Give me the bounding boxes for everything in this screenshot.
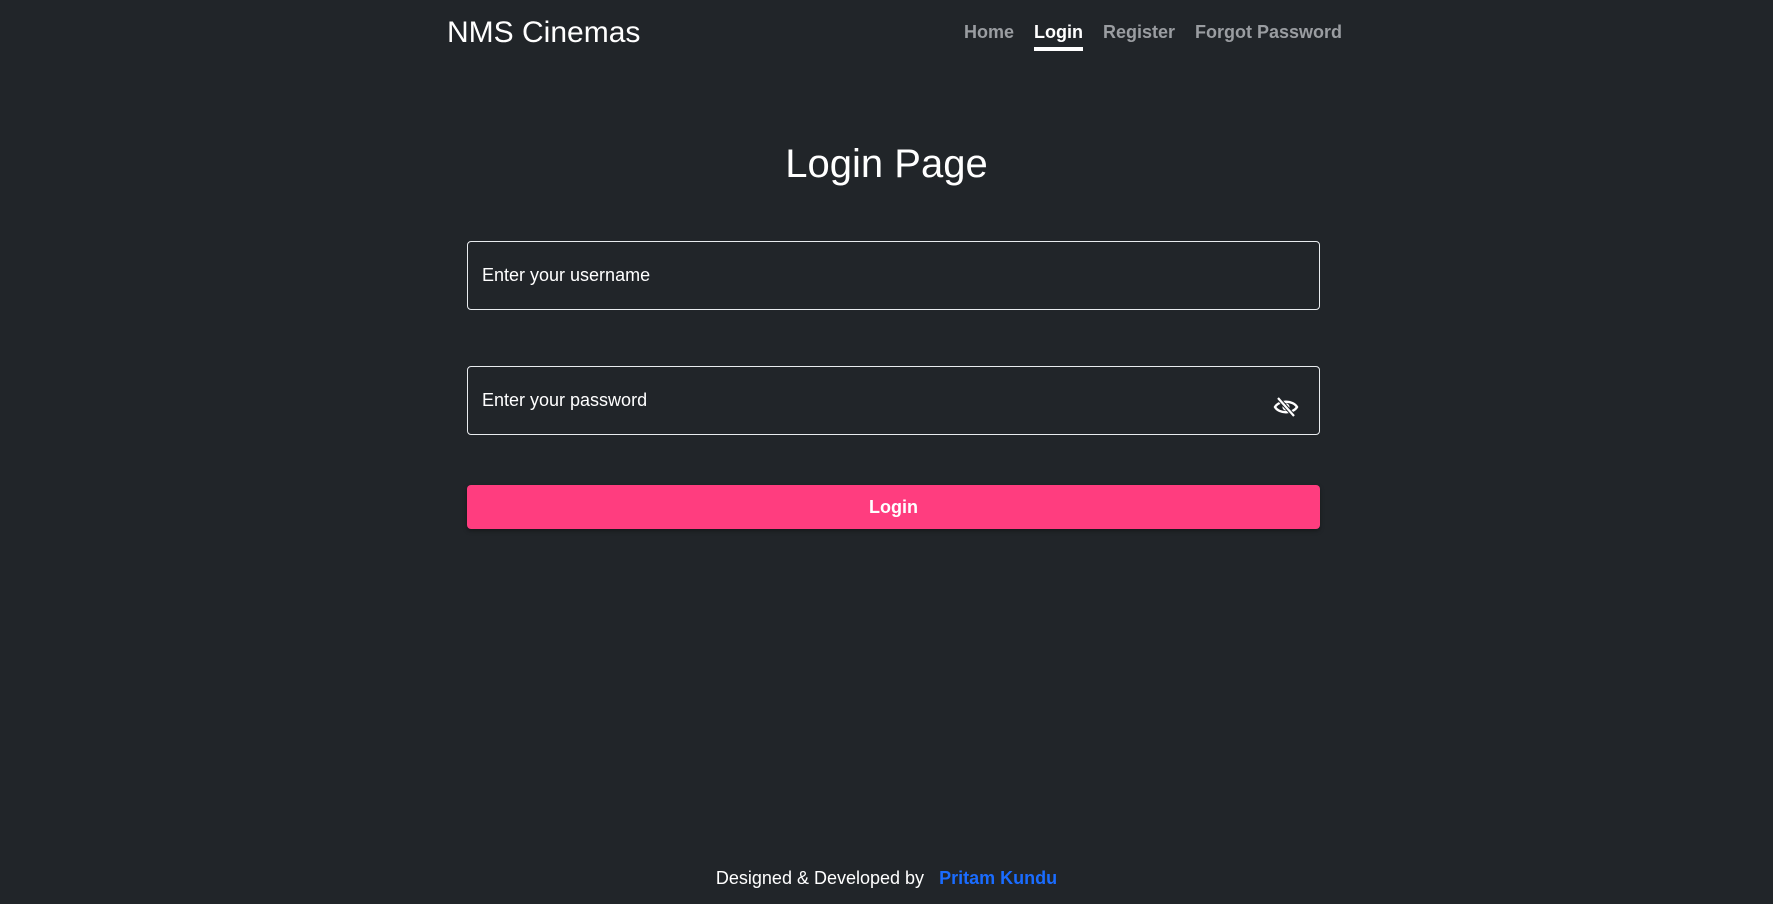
navbar: NMS Cinemas Home Login Register Forgot P… xyxy=(0,0,1773,72)
nav-link-login[interactable]: Login xyxy=(1033,22,1083,51)
eye-slash-icon[interactable] xyxy=(1273,396,1299,418)
username-field[interactable] xyxy=(467,241,1320,310)
nav-link-home[interactable]: Home xyxy=(964,22,1014,51)
username-input[interactable] xyxy=(480,264,1264,287)
page-title: Login Page xyxy=(785,142,988,186)
nav-links: Home Login Register Forgot Password xyxy=(964,22,1342,51)
nav-link-forgot-password[interactable]: Forgot Password xyxy=(1195,22,1342,51)
footer: Designed & Developed by Pritam Kundu xyxy=(0,868,1773,889)
password-input[interactable] xyxy=(480,389,1264,412)
nav-link-register[interactable]: Register xyxy=(1103,22,1175,51)
password-field[interactable] xyxy=(467,366,1320,435)
footer-text: Designed & Developed by xyxy=(715,868,925,888)
login-button[interactable]: Login xyxy=(467,485,1320,529)
brand-logo[interactable]: NMS Cinemas xyxy=(447,16,640,50)
author-link[interactable]: Pritam Kundu xyxy=(939,868,1057,888)
